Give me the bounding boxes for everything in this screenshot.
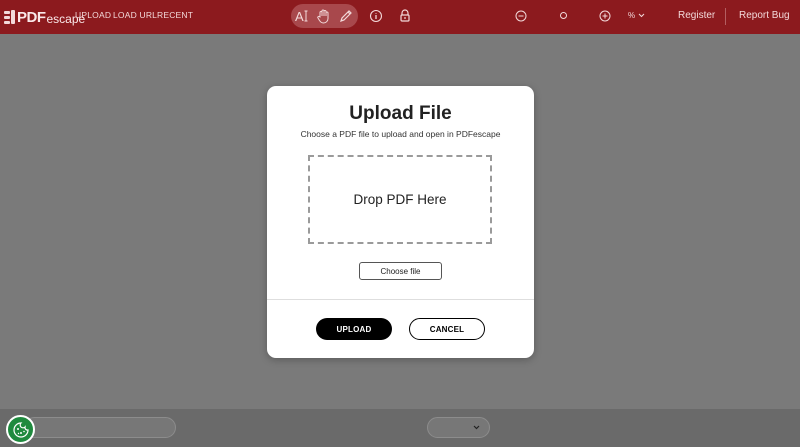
cancel-button[interactable]: CANCEL [409, 318, 485, 340]
nav-load-url[interactable]: LOAD URL [113, 10, 157, 20]
upload-button[interactable]: UPLOAD [316, 318, 392, 340]
zoom-level-value: % [628, 11, 636, 20]
dialog-divider [267, 299, 534, 300]
logo-text-pdf: PDF [17, 8, 46, 26]
nav-upload[interactable]: UPLOAD [75, 10, 111, 20]
zoom-in-icon[interactable] [599, 9, 611, 22]
drop-zone-label: Drop PDF Here [353, 192, 447, 207]
logo-icon [4, 10, 15, 24]
text-tool-icon[interactable]: A [293, 7, 311, 25]
top-toolbar: PDF escape UPLOAD LOAD URL RECENT A % Re… [0, 0, 800, 34]
zoom-level-dropdown[interactable]: % [628, 11, 645, 20]
report-bug-link[interactable]: Report Bug [739, 10, 790, 21]
dialog-title: Upload File [349, 103, 452, 124]
chevron-down-icon [473, 425, 480, 430]
choose-file-button[interactable]: Choose file [359, 262, 442, 280]
dialog-subtitle: Choose a PDF file to upload and open in … [300, 129, 501, 139]
zoom-slider-handle[interactable] [560, 12, 567, 19]
hand-icon[interactable] [315, 7, 333, 25]
lock-icon[interactable] [396, 7, 414, 25]
page-select[interactable] [427, 417, 490, 438]
toolbar-divider [725, 8, 726, 25]
zoom-out-icon[interactable] [515, 9, 527, 22]
svg-text:A: A [295, 9, 304, 24]
cookie-settings-button[interactable] [6, 415, 35, 444]
register-link[interactable]: Register [678, 10, 715, 21]
cookie-icon [12, 421, 29, 438]
page-input[interactable] [24, 417, 176, 438]
upload-file-dialog: Upload File Choose a PDF file to upload … [267, 86, 534, 358]
pdf-drop-zone[interactable]: Drop PDF Here [308, 155, 492, 244]
info-icon[interactable] [367, 7, 385, 25]
pdfescape-logo[interactable]: PDF escape [4, 8, 85, 26]
chevron-down-icon [638, 13, 645, 18]
pencil-icon[interactable] [337, 7, 355, 25]
nav-recent[interactable]: RECENT [157, 10, 193, 20]
